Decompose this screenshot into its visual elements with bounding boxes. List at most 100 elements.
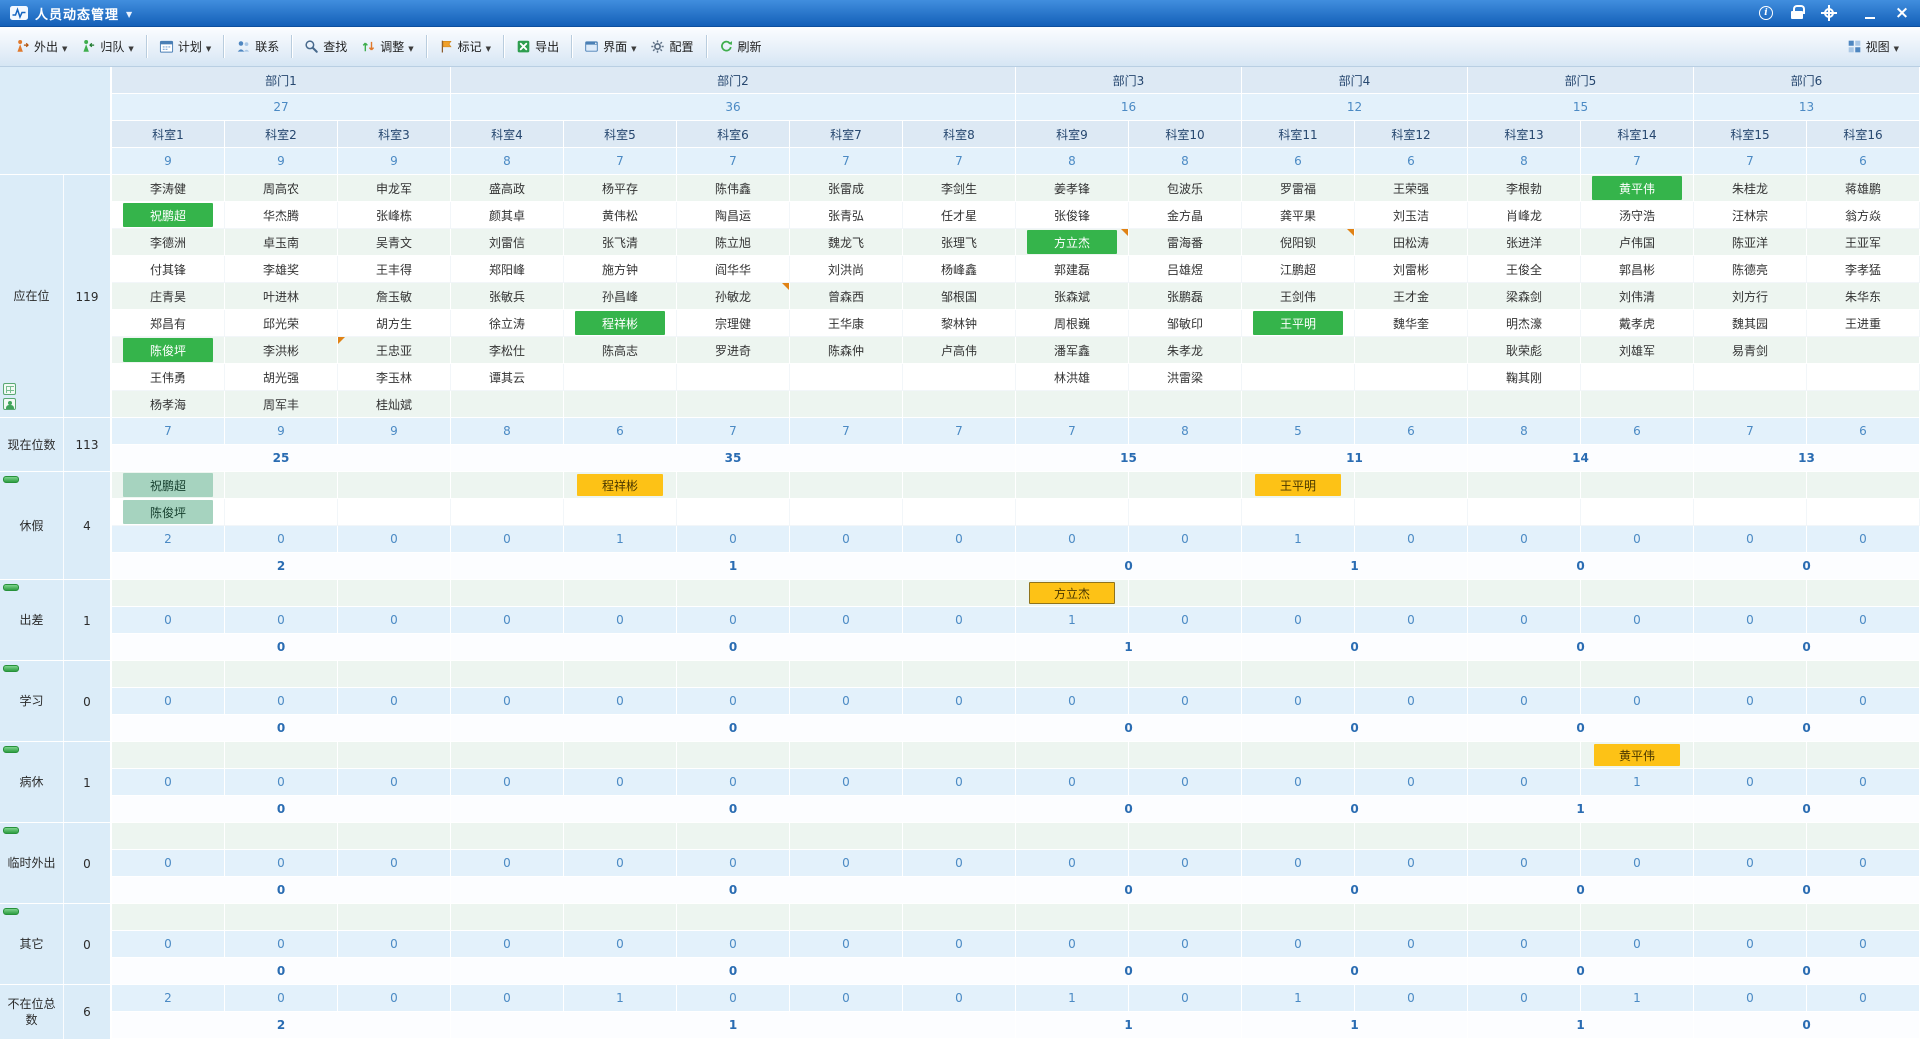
person-cell[interactable]: 汪林宗 bbox=[1694, 202, 1807, 229]
office-header[interactable]: 科室14 bbox=[1581, 121, 1694, 148]
person-cell[interactable]: 郑阳峰 bbox=[451, 256, 564, 283]
person-cell[interactable]: 方立杰 bbox=[1016, 580, 1129, 607]
person-cell[interactable]: 田松涛 bbox=[1355, 229, 1468, 256]
person-cell[interactable]: 王荣强 bbox=[1355, 175, 1468, 202]
person-cell[interactable]: 李玉林 bbox=[338, 364, 451, 391]
person-cell[interactable]: 魏龙飞 bbox=[790, 229, 903, 256]
person-cell[interactable]: 陶昌运 bbox=[677, 202, 790, 229]
person-cell[interactable]: 卓玉南 bbox=[225, 229, 338, 256]
person-cell[interactable]: 徐立涛 bbox=[451, 310, 564, 337]
person-cell[interactable]: 谭其云 bbox=[451, 364, 564, 391]
person-cell[interactable]: 黄平伟 bbox=[1581, 175, 1694, 202]
person-cell[interactable]: 肖峰龙 bbox=[1468, 202, 1581, 229]
person-cell[interactable]: 李涛健 bbox=[112, 175, 225, 202]
sidebar-section-present[interactable]: 应在位119 bbox=[0, 175, 110, 418]
person-cell[interactable]: 倪阳钡 bbox=[1242, 229, 1355, 256]
person-cell[interactable]: 李洪彬 bbox=[225, 337, 338, 364]
person-cell[interactable]: 宗理健 bbox=[677, 310, 790, 337]
sidebar-section-study[interactable]: 学习0 bbox=[0, 661, 110, 742]
sidebar-section-vacation[interactable]: 休假4 bbox=[0, 472, 110, 580]
toolbar-button-refresh[interactable]: 刷新 bbox=[712, 34, 769, 59]
person-cell[interactable]: 刘方行 bbox=[1694, 283, 1807, 310]
office-header[interactable]: 科室1 bbox=[112, 121, 225, 148]
toolbar-button-contact[interactable]: 联系 bbox=[229, 34, 286, 59]
dept-header[interactable]: 部门4 bbox=[1242, 67, 1468, 94]
settings-gear-icon[interactable] bbox=[1821, 5, 1837, 21]
person-cell[interactable]: 盛高政 bbox=[451, 175, 564, 202]
person-cell[interactable]: 周根巍 bbox=[1016, 310, 1129, 337]
person-cell[interactable]: 姜孝锋 bbox=[1016, 175, 1129, 202]
section-toggle-pill[interactable] bbox=[3, 827, 19, 834]
person-cell[interactable]: 付其锋 bbox=[112, 256, 225, 283]
person-cell[interactable]: 邹根国 bbox=[903, 283, 1016, 310]
office-header[interactable]: 科室4 bbox=[451, 121, 564, 148]
person-cell[interactable]: 鞠其刚 bbox=[1468, 364, 1581, 391]
person-cell[interactable]: 戴孝虎 bbox=[1581, 310, 1694, 337]
person-cell[interactable]: 刘伟清 bbox=[1581, 283, 1694, 310]
office-header[interactable]: 科室2 bbox=[225, 121, 338, 148]
person-cell[interactable]: 陈俊坪 bbox=[112, 499, 225, 526]
person-cell[interactable]: 王俊全 bbox=[1468, 256, 1581, 283]
person-cell[interactable]: 王伟勇 bbox=[112, 364, 225, 391]
section-toggle-pill[interactable] bbox=[3, 746, 19, 753]
person-cell[interactable]: 陈德亮 bbox=[1694, 256, 1807, 283]
person-cell[interactable]: 祝鹏超 bbox=[112, 202, 225, 229]
info-icon[interactable] bbox=[1759, 6, 1773, 20]
person-cell[interactable]: 李松仕 bbox=[451, 337, 564, 364]
office-header[interactable]: 科室6 bbox=[677, 121, 790, 148]
person-cell[interactable]: 程祥彬 bbox=[564, 472, 677, 499]
person-cell[interactable]: 魏华奎 bbox=[1355, 310, 1468, 337]
section-toggle-pill[interactable] bbox=[3, 476, 19, 483]
person-cell[interactable]: 王平明 bbox=[1242, 310, 1355, 337]
dept-header[interactable]: 部门3 bbox=[1016, 67, 1242, 94]
person-cell[interactable]: 张峰栋 bbox=[338, 202, 451, 229]
person-cell[interactable]: 胡方生 bbox=[338, 310, 451, 337]
person-cell[interactable]: 张飞清 bbox=[564, 229, 677, 256]
person-cell[interactable]: 杨孝海 bbox=[112, 391, 225, 418]
person-cell[interactable]: 包波乐 bbox=[1129, 175, 1242, 202]
sidebar-section-temp-out[interactable]: 临时外出0 bbox=[0, 823, 110, 904]
person-cell[interactable]: 李德洲 bbox=[112, 229, 225, 256]
close-button[interactable] bbox=[1894, 5, 1910, 21]
person-cell[interactable]: 周军丰 bbox=[225, 391, 338, 418]
person-cell[interactable]: 龚平果 bbox=[1242, 202, 1355, 229]
person-cell[interactable]: 王剑伟 bbox=[1242, 283, 1355, 310]
person-cell[interactable]: 卢伟国 bbox=[1581, 229, 1694, 256]
person-cell[interactable]: 明杰濠 bbox=[1468, 310, 1581, 337]
person-cell[interactable]: 江鹏超 bbox=[1242, 256, 1355, 283]
toolbar-button-person-out[interactable]: 外出 bbox=[8, 34, 74, 59]
toolbar-button-calendar[interactable]: 计划 bbox=[152, 34, 218, 59]
person-cell[interactable]: 梁森剑 bbox=[1468, 283, 1581, 310]
person-cell[interactable]: 刘雷信 bbox=[451, 229, 564, 256]
person-cell[interactable]: 洪雷梁 bbox=[1129, 364, 1242, 391]
person-cell[interactable]: 卢高伟 bbox=[903, 337, 1016, 364]
person-cell[interactable]: 周高农 bbox=[225, 175, 338, 202]
person-cell[interactable]: 王华康 bbox=[790, 310, 903, 337]
minimize-button[interactable] bbox=[1862, 5, 1878, 21]
office-header[interactable]: 科室10 bbox=[1129, 121, 1242, 148]
person-cell[interactable]: 张雷成 bbox=[790, 175, 903, 202]
lock-icon[interactable] bbox=[1789, 5, 1805, 21]
person-cell[interactable]: 王亚军 bbox=[1807, 229, 1920, 256]
person-cell[interactable]: 刘洪尚 bbox=[790, 256, 903, 283]
office-header[interactable]: 科室9 bbox=[1016, 121, 1129, 148]
person-cell[interactable]: 任才星 bbox=[903, 202, 1016, 229]
person-cell[interactable]: 刘雷彬 bbox=[1355, 256, 1468, 283]
office-header[interactable]: 科室3 bbox=[338, 121, 451, 148]
person-cell[interactable]: 李剑生 bbox=[903, 175, 1016, 202]
person-cell[interactable]: 翁方焱 bbox=[1807, 202, 1920, 229]
person-cell[interactable]: 张鹏磊 bbox=[1129, 283, 1242, 310]
section-toggle-pill[interactable] bbox=[3, 908, 19, 915]
sidebar-section-other[interactable]: 其它0 bbox=[0, 904, 110, 985]
person-cell[interactable]: 华杰腾 bbox=[225, 202, 338, 229]
person-cell[interactable]: 易青剑 bbox=[1694, 337, 1807, 364]
toolbar-button-person-in[interactable]: 归队 bbox=[74, 34, 140, 59]
person-cell[interactable]: 罗进奇 bbox=[677, 337, 790, 364]
sidebar-section-sick[interactable]: 病休1 bbox=[0, 742, 110, 823]
grid-tool-icon[interactable] bbox=[3, 383, 16, 395]
title-dropdown-icon[interactable] bbox=[126, 6, 132, 20]
office-header[interactable]: 科室13 bbox=[1468, 121, 1581, 148]
toolbar-button-adjust[interactable]: 调整 bbox=[354, 34, 420, 59]
person-cell[interactable]: 李根勃 bbox=[1468, 175, 1581, 202]
person-cell[interactable]: 陈俊坪 bbox=[112, 337, 225, 364]
